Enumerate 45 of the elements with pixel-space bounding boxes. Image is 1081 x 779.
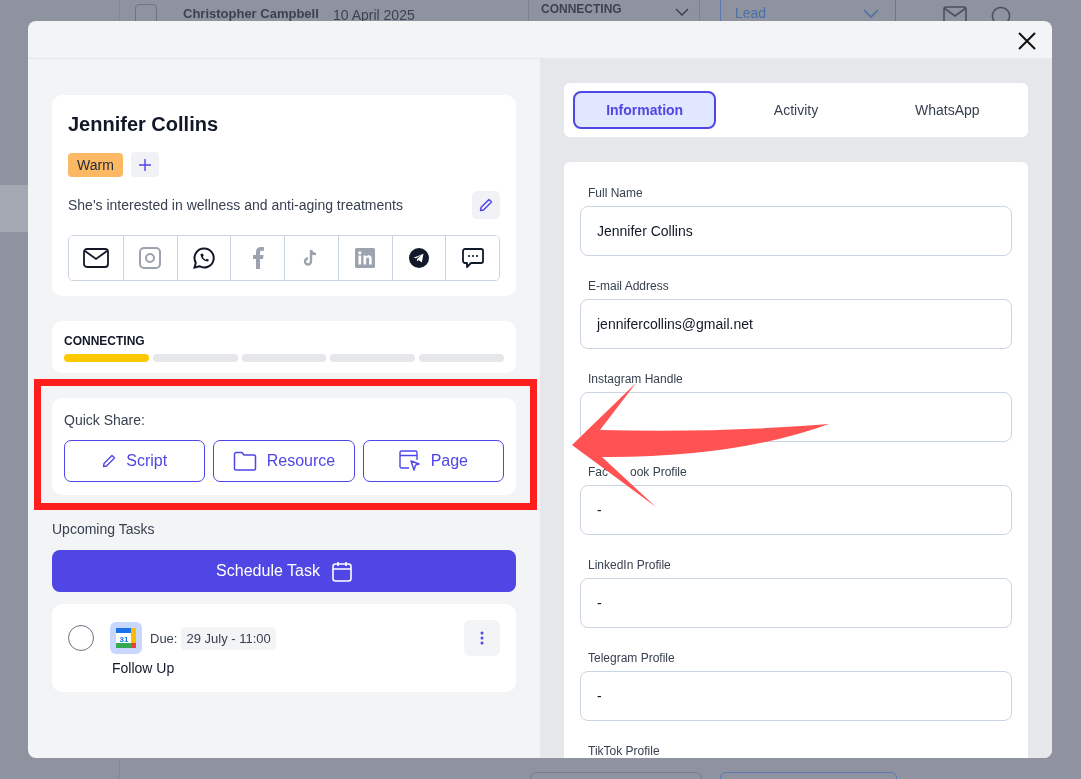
share-button[interactable]: Script bbox=[64, 440, 206, 482]
tab[interactable]: Activity bbox=[724, 91, 868, 129]
edit-button[interactable] bbox=[472, 191, 500, 219]
chevron-icon bbox=[675, 8, 689, 16]
text-field[interactable]: - bbox=[580, 485, 1012, 535]
quick-share-label: Quick Share: bbox=[64, 412, 146, 428]
close-icon bbox=[1018, 32, 1036, 50]
field-label: LinkedIn Profile bbox=[588, 558, 671, 572]
schedule-task-button[interactable]: Schedule Task bbox=[52, 550, 516, 592]
due-label: Due: bbox=[150, 630, 178, 646]
pencil-icon bbox=[102, 454, 117, 468]
chevron-icon bbox=[863, 8, 879, 18]
field-label: TikTok Profile bbox=[588, 744, 660, 758]
note-text: She's interested in wellness and anti-aging treatments bbox=[68, 197, 403, 213]
browser-cursor-icon bbox=[398, 450, 421, 472]
stage-label: CONNECTING bbox=[64, 334, 146, 348]
field-label: Instagram Handle bbox=[588, 372, 683, 386]
field-label: ook Profile bbox=[630, 465, 687, 479]
field-label: Telegram Profile bbox=[588, 651, 675, 665]
field-label: Fac bbox=[588, 465, 608, 479]
share-button[interactable]: Page bbox=[362, 440, 504, 482]
add-tag-button[interactable] bbox=[130, 152, 159, 177]
folder-icon bbox=[232, 451, 257, 471]
tab[interactable]: WhatsApp bbox=[875, 91, 1019, 129]
text-field[interactable]: jennifercollins@gmail.net bbox=[580, 299, 1012, 349]
share-button[interactable]: Resource bbox=[213, 440, 355, 482]
more-icon bbox=[480, 631, 484, 645]
pencil-icon bbox=[479, 198, 493, 212]
contact-name: Jennifer Collins bbox=[68, 113, 220, 136]
tab[interactable]: Information bbox=[573, 91, 717, 129]
field-label: E-mail Address bbox=[588, 279, 669, 293]
field-label: Full Name bbox=[588, 186, 643, 200]
due-date: 29 July - 11:00 bbox=[181, 626, 276, 650]
calendar-app-icon: 31 bbox=[110, 622, 142, 654]
calendar-icon bbox=[331, 560, 352, 582]
close-button[interactable] bbox=[1016, 30, 1038, 52]
section-title: Upcoming Tasks bbox=[52, 521, 156, 537]
date-text: 10 April 2025 bbox=[333, 7, 415, 23]
text-field[interactable]: Jennifer Collins bbox=[580, 206, 1012, 256]
contact-name: Christopher Campbell bbox=[183, 6, 319, 21]
plus-icon bbox=[138, 158, 151, 171]
text-field[interactable]: - bbox=[580, 671, 1012, 721]
text-field[interactable]: - bbox=[580, 578, 1012, 628]
task-title: Follow Up bbox=[112, 660, 176, 676]
tag[interactable]: Warm bbox=[68, 152, 123, 177]
